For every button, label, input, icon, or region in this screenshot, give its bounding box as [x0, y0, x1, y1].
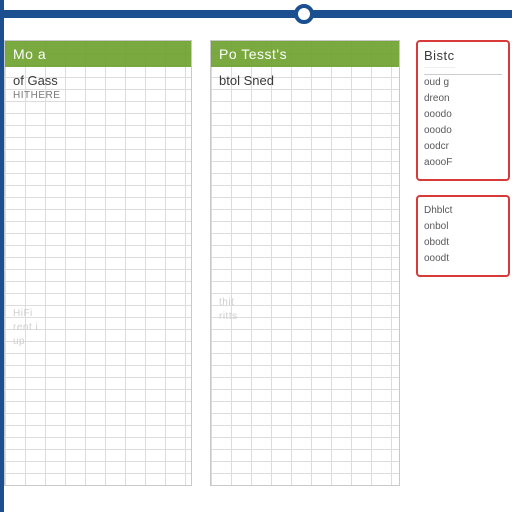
timeline-bar — [0, 10, 512, 18]
panel-bottom-item[interactable]: Dhblct — [424, 203, 502, 219]
column-mid-meta — [211, 90, 399, 96]
column-left-meta: HITHERE — [5, 90, 191, 107]
panel-top-item[interactable]: aoooF — [424, 155, 502, 171]
panel-bottom-item[interactable]: obodt — [424, 235, 502, 251]
column-mid: Po Tesst's btol Sned thit ritts — [210, 40, 400, 486]
panel-top-item[interactable]: oodcr — [424, 139, 502, 155]
faint-line: rent i — [13, 321, 183, 335]
grid-bg-mid — [211, 41, 399, 485]
faint-line: up — [13, 335, 183, 349]
stage: Mo a of Gass HITHERE HiFi rent i up Po T… — [0, 34, 512, 512]
panel-top-item[interactable]: ooodo — [424, 123, 502, 139]
panel-bottom-item[interactable]: ooodt — [424, 251, 502, 267]
panel-top-item[interactable]: oud g — [424, 75, 502, 91]
panel-top-title: Bistc — [424, 48, 455, 68]
panel-bottom[interactable]: Dhblct onbol obodt ooodt — [416, 195, 510, 277]
right-rail: Bistc oud g dreon ooodo ooodo oodcr aooo… — [416, 40, 510, 277]
faint-line: HiFi — [13, 307, 183, 321]
column-mid-title: Po Tesst's — [219, 46, 287, 62]
column-mid-header[interactable]: Po Tesst's — [211, 41, 399, 67]
faint-line: thit — [219, 296, 391, 310]
column-left-subtitle: of Gass — [5, 67, 191, 90]
faint-line: ritts — [219, 310, 391, 324]
column-mid-subtitle: btol Sned — [211, 67, 399, 90]
column-left: Mo a of Gass HITHERE HiFi rent i up — [4, 40, 192, 486]
panel-bottom-item[interactable]: onbol — [424, 219, 502, 235]
panel-top-item[interactable]: ooodo — [424, 107, 502, 123]
column-left-header[interactable]: Mo a — [5, 41, 191, 67]
timeline-marker[interactable] — [294, 4, 314, 24]
column-mid-faint: thit ritts — [211, 296, 399, 324]
column-left-faint: HiFi rent i up — [5, 307, 191, 349]
panel-top-item[interactable]: dreon — [424, 91, 502, 107]
grid-bg-left — [5, 41, 191, 485]
panel-top[interactable]: Bistc oud g dreon ooodo ooodo oodcr aooo… — [416, 40, 510, 181]
column-left-title: Mo a — [13, 46, 46, 62]
